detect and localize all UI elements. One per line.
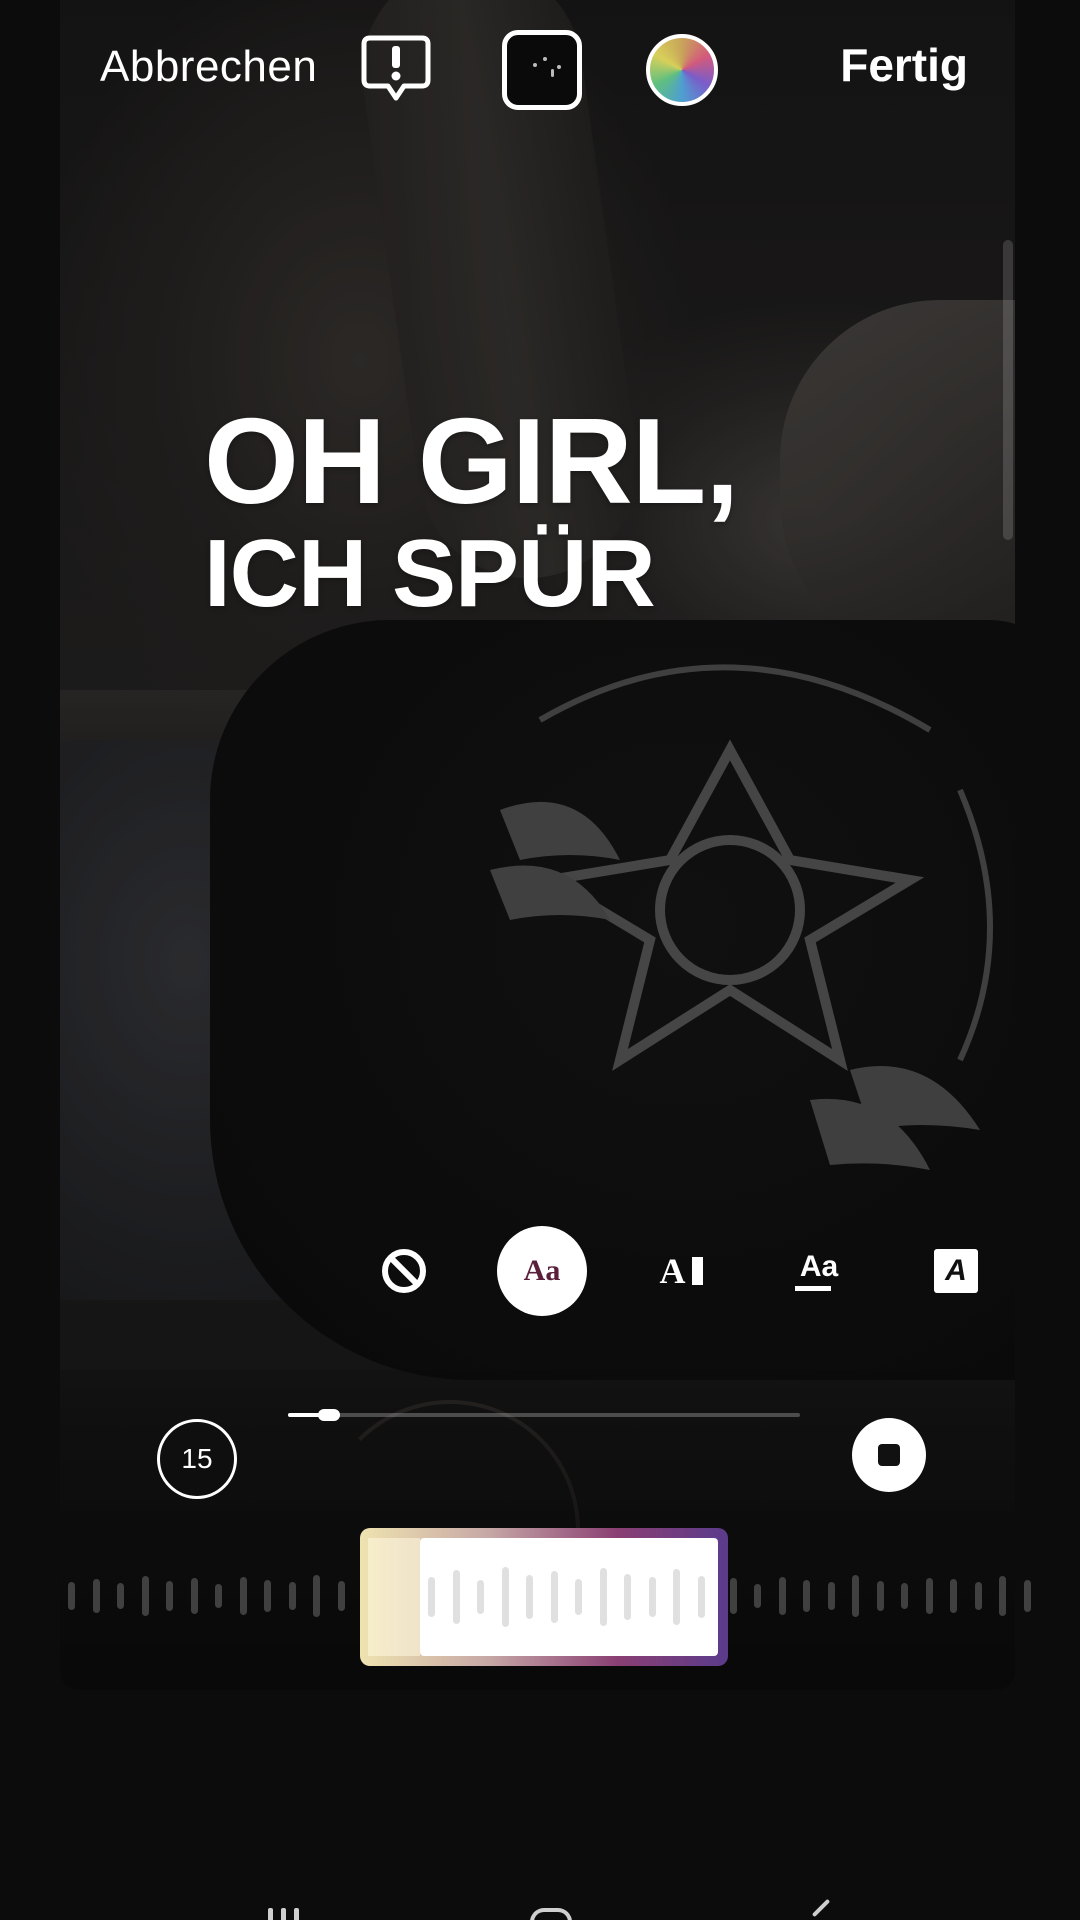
waveform-bar xyxy=(215,1584,222,1608)
waveform-bar xyxy=(526,1575,533,1619)
waveform-bar xyxy=(337,1581,345,1611)
waveform-bar xyxy=(697,1576,705,1618)
lyric-line: ICH SPÜR xyxy=(204,520,656,627)
waveform-bar xyxy=(501,1567,509,1627)
clip-selected-region xyxy=(420,1538,718,1656)
waveform-bar xyxy=(1023,1580,1031,1612)
waveform-bar xyxy=(239,1577,247,1615)
waveform-bar xyxy=(974,1582,982,1610)
done-button[interactable]: Fertig xyxy=(840,38,968,92)
top-bar: Abbrechen Fertig xyxy=(0,0,1080,140)
style-option-active[interactable]: Aa xyxy=(497,1226,587,1316)
waveform-bar xyxy=(876,1581,884,1611)
waveform-bar xyxy=(452,1570,460,1624)
waveform-bar xyxy=(599,1568,607,1626)
waveform-bar xyxy=(673,1569,680,1625)
waveform-bar xyxy=(624,1574,631,1620)
underline-icon xyxy=(795,1285,831,1291)
waveform-bar xyxy=(428,1577,435,1617)
clip-selection-handle[interactable] xyxy=(360,1528,728,1666)
style-option-label: Aa xyxy=(523,1254,561,1287)
home-icon[interactable] xyxy=(530,1908,572,1920)
waveform-bar xyxy=(92,1579,100,1613)
style-option-box[interactable]: A xyxy=(911,1226,1001,1316)
style-option-label: A xyxy=(934,1249,978,1293)
color-wheel-icon[interactable] xyxy=(646,34,718,106)
waveform-bar xyxy=(754,1584,761,1608)
waveform-bar xyxy=(827,1582,835,1610)
waveform-bar xyxy=(648,1577,656,1617)
waveform-bar xyxy=(477,1580,484,1614)
lyrics-overlay[interactable]: OH GIRL, ICH SPÜR xyxy=(204,393,739,627)
story-music-editor: Abbrechen Fertig OH GIRL, ICH SPÜR Aa A … xyxy=(0,0,1080,1920)
waveform-bar xyxy=(68,1582,75,1610)
progress-knob[interactable] xyxy=(317,1409,340,1421)
waveform-bar xyxy=(729,1578,737,1614)
waveform-bar xyxy=(550,1571,558,1623)
system-navigation-bar xyxy=(0,1890,1080,1920)
lyrics-style-selector: Aa A Aa A xyxy=(0,1226,1080,1316)
waveform-bar xyxy=(925,1578,933,1614)
waveform-bar xyxy=(190,1578,198,1614)
style-option-label: Aa xyxy=(799,1249,839,1283)
clip-left-edge xyxy=(368,1538,420,1656)
waveform-bar xyxy=(264,1580,271,1612)
clip-duration-button[interactable]: 15 xyxy=(157,1419,237,1499)
style-option-underline[interactable]: Aa xyxy=(774,1226,864,1316)
waveform-bar xyxy=(803,1580,810,1612)
waveform-bar xyxy=(117,1583,124,1609)
waveform-bar xyxy=(999,1576,1006,1616)
side-scroll-indicator[interactable] xyxy=(1003,240,1013,540)
stop-button[interactable] xyxy=(852,1418,926,1492)
cancel-button[interactable]: Abbrechen xyxy=(100,42,317,92)
style-option-cursor[interactable]: A xyxy=(636,1226,726,1316)
style-option-label: A xyxy=(659,1251,686,1291)
waveform-bar xyxy=(852,1575,859,1617)
waveform-bar xyxy=(288,1582,296,1610)
waveform-bar xyxy=(901,1583,908,1609)
waveform-bar xyxy=(950,1579,957,1613)
no-style-icon[interactable] xyxy=(359,1226,449,1316)
waveform-bar xyxy=(141,1576,149,1616)
playback-progress-bar[interactable] xyxy=(288,1409,800,1421)
waveform-bar xyxy=(575,1579,582,1615)
back-icon[interactable] xyxy=(811,1898,831,1918)
recents-icon[interactable] xyxy=(268,1908,308,1920)
waveform-bar xyxy=(166,1581,173,1611)
text-cursor-icon xyxy=(691,1257,703,1285)
waveform-bar xyxy=(778,1577,786,1615)
alert-bubble-icon[interactable] xyxy=(360,32,432,104)
stop-icon xyxy=(878,1444,900,1466)
media-thumbnail[interactable] xyxy=(502,30,582,110)
waveform-bar xyxy=(313,1575,320,1617)
lyric-line: OH GIRL, xyxy=(204,393,739,529)
